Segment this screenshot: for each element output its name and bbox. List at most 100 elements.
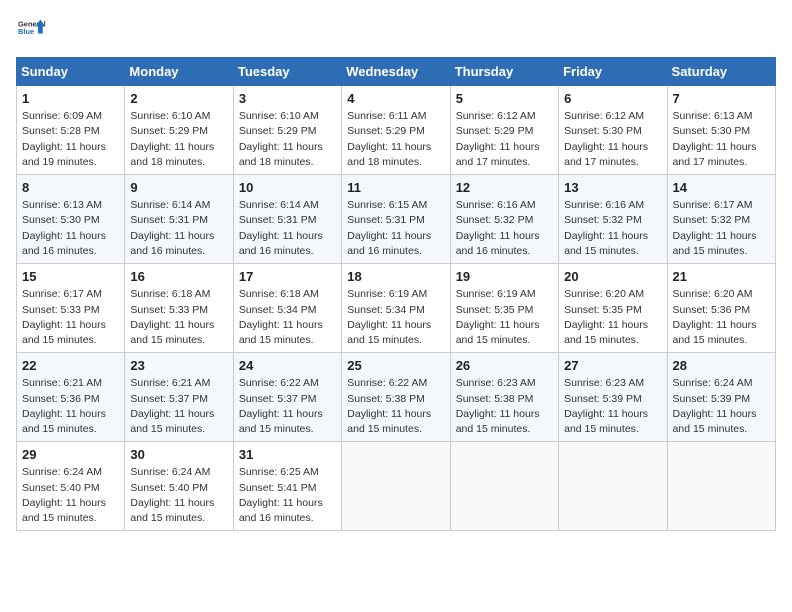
calendar-table: Sunday Monday Tuesday Wednesday Thursday… [16, 57, 776, 531]
day-number: 11 [347, 179, 444, 197]
table-row: 20Sunrise: 6:20 AM Sunset: 5:35 PM Dayli… [559, 264, 667, 353]
day-number: 23 [130, 357, 227, 375]
table-row: 15Sunrise: 6:17 AM Sunset: 5:33 PM Dayli… [17, 264, 125, 353]
day-number: 29 [22, 446, 119, 464]
logo-area: General Blue [16, 16, 46, 49]
page-header: General Blue [16, 16, 776, 49]
day-info: Sunrise: 6:13 AM Sunset: 5:30 PM Dayligh… [22, 198, 119, 259]
table-row: 30Sunrise: 6:24 AM Sunset: 5:40 PM Dayli… [125, 442, 233, 531]
table-row: 16Sunrise: 6:18 AM Sunset: 5:33 PM Dayli… [125, 264, 233, 353]
day-number: 6 [564, 90, 661, 108]
day-number: 26 [456, 357, 553, 375]
table-row: 9Sunrise: 6:14 AM Sunset: 5:31 PM Daylig… [125, 175, 233, 264]
day-number: 19 [456, 268, 553, 286]
table-row: 27Sunrise: 6:23 AM Sunset: 5:39 PM Dayli… [559, 353, 667, 442]
day-number: 15 [22, 268, 119, 286]
day-info: Sunrise: 6:24 AM Sunset: 5:40 PM Dayligh… [130, 465, 227, 526]
day-info: Sunrise: 6:23 AM Sunset: 5:39 PM Dayligh… [564, 376, 661, 437]
col-tuesday: Tuesday [233, 58, 341, 86]
day-info: Sunrise: 6:11 AM Sunset: 5:29 PM Dayligh… [347, 109, 444, 170]
day-info: Sunrise: 6:20 AM Sunset: 5:36 PM Dayligh… [673, 287, 770, 348]
table-row: 1Sunrise: 6:09 AM Sunset: 5:28 PM Daylig… [17, 86, 125, 175]
table-row: 8Sunrise: 6:13 AM Sunset: 5:30 PM Daylig… [17, 175, 125, 264]
day-info: Sunrise: 6:22 AM Sunset: 5:37 PM Dayligh… [239, 376, 336, 437]
page-container: General Blue Sunday Monday Tuesday Wedne… [16, 16, 776, 531]
day-info: Sunrise: 6:16 AM Sunset: 5:32 PM Dayligh… [456, 198, 553, 259]
day-number: 4 [347, 90, 444, 108]
table-row: 21Sunrise: 6:20 AM Sunset: 5:36 PM Dayli… [667, 264, 775, 353]
day-info: Sunrise: 6:19 AM Sunset: 5:35 PM Dayligh… [456, 287, 553, 348]
table-row [559, 442, 667, 531]
day-info: Sunrise: 6:24 AM Sunset: 5:40 PM Dayligh… [22, 465, 119, 526]
table-row: 26Sunrise: 6:23 AM Sunset: 5:38 PM Dayli… [450, 353, 558, 442]
day-number: 14 [673, 179, 770, 197]
day-number: 31 [239, 446, 336, 464]
day-info: Sunrise: 6:22 AM Sunset: 5:38 PM Dayligh… [347, 376, 444, 437]
col-friday: Friday [559, 58, 667, 86]
col-thursday: Thursday [450, 58, 558, 86]
day-info: Sunrise: 6:16 AM Sunset: 5:32 PM Dayligh… [564, 198, 661, 259]
logo: General Blue [16, 16, 46, 49]
svg-text:Blue: Blue [18, 27, 34, 36]
calendar-week-row: 8Sunrise: 6:13 AM Sunset: 5:30 PM Daylig… [17, 175, 776, 264]
day-number: 12 [456, 179, 553, 197]
day-info: Sunrise: 6:14 AM Sunset: 5:31 PM Dayligh… [130, 198, 227, 259]
table-row: 10Sunrise: 6:14 AM Sunset: 5:31 PM Dayli… [233, 175, 341, 264]
day-info: Sunrise: 6:13 AM Sunset: 5:30 PM Dayligh… [673, 109, 770, 170]
day-number: 22 [22, 357, 119, 375]
table-row: 18Sunrise: 6:19 AM Sunset: 5:34 PM Dayli… [342, 264, 450, 353]
table-row: 4Sunrise: 6:11 AM Sunset: 5:29 PM Daylig… [342, 86, 450, 175]
day-info: Sunrise: 6:21 AM Sunset: 5:36 PM Dayligh… [22, 376, 119, 437]
table-row: 17Sunrise: 6:18 AM Sunset: 5:34 PM Dayli… [233, 264, 341, 353]
day-info: Sunrise: 6:12 AM Sunset: 5:29 PM Dayligh… [456, 109, 553, 170]
table-row [342, 442, 450, 531]
day-info: Sunrise: 6:17 AM Sunset: 5:33 PM Dayligh… [22, 287, 119, 348]
day-info: Sunrise: 6:12 AM Sunset: 5:30 PM Dayligh… [564, 109, 661, 170]
day-number: 17 [239, 268, 336, 286]
table-row [667, 442, 775, 531]
day-number: 9 [130, 179, 227, 197]
day-info: Sunrise: 6:24 AM Sunset: 5:39 PM Dayligh… [673, 376, 770, 437]
day-number: 3 [239, 90, 336, 108]
table-row: 2Sunrise: 6:10 AM Sunset: 5:29 PM Daylig… [125, 86, 233, 175]
day-number: 18 [347, 268, 444, 286]
table-row: 14Sunrise: 6:17 AM Sunset: 5:32 PM Dayli… [667, 175, 775, 264]
day-info: Sunrise: 6:21 AM Sunset: 5:37 PM Dayligh… [130, 376, 227, 437]
day-number: 5 [456, 90, 553, 108]
table-row: 31Sunrise: 6:25 AM Sunset: 5:41 PM Dayli… [233, 442, 341, 531]
table-row: 6Sunrise: 6:12 AM Sunset: 5:30 PM Daylig… [559, 86, 667, 175]
table-row: 7Sunrise: 6:13 AM Sunset: 5:30 PM Daylig… [667, 86, 775, 175]
table-row: 11Sunrise: 6:15 AM Sunset: 5:31 PM Dayli… [342, 175, 450, 264]
calendar-week-row: 15Sunrise: 6:17 AM Sunset: 5:33 PM Dayli… [17, 264, 776, 353]
table-row: 23Sunrise: 6:21 AM Sunset: 5:37 PM Dayli… [125, 353, 233, 442]
day-info: Sunrise: 6:17 AM Sunset: 5:32 PM Dayligh… [673, 198, 770, 259]
day-number: 1 [22, 90, 119, 108]
calendar-header-row: Sunday Monday Tuesday Wednesday Thursday… [17, 58, 776, 86]
col-saturday: Saturday [667, 58, 775, 86]
day-info: Sunrise: 6:10 AM Sunset: 5:29 PM Dayligh… [130, 109, 227, 170]
day-number: 13 [564, 179, 661, 197]
day-number: 25 [347, 357, 444, 375]
day-info: Sunrise: 6:18 AM Sunset: 5:34 PM Dayligh… [239, 287, 336, 348]
col-wednesday: Wednesday [342, 58, 450, 86]
day-info: Sunrise: 6:25 AM Sunset: 5:41 PM Dayligh… [239, 465, 336, 526]
day-number: 27 [564, 357, 661, 375]
calendar-week-row: 1Sunrise: 6:09 AM Sunset: 5:28 PM Daylig… [17, 86, 776, 175]
table-row: 24Sunrise: 6:22 AM Sunset: 5:37 PM Dayli… [233, 353, 341, 442]
table-row: 29Sunrise: 6:24 AM Sunset: 5:40 PM Dayli… [17, 442, 125, 531]
day-info: Sunrise: 6:14 AM Sunset: 5:31 PM Dayligh… [239, 198, 336, 259]
day-number: 21 [673, 268, 770, 286]
table-row: 19Sunrise: 6:19 AM Sunset: 5:35 PM Dayli… [450, 264, 558, 353]
day-number: 30 [130, 446, 227, 464]
table-row: 22Sunrise: 6:21 AM Sunset: 5:36 PM Dayli… [17, 353, 125, 442]
table-row [450, 442, 558, 531]
day-info: Sunrise: 6:23 AM Sunset: 5:38 PM Dayligh… [456, 376, 553, 437]
day-info: Sunrise: 6:15 AM Sunset: 5:31 PM Dayligh… [347, 198, 444, 259]
calendar-week-row: 29Sunrise: 6:24 AM Sunset: 5:40 PM Dayli… [17, 442, 776, 531]
day-number: 28 [673, 357, 770, 375]
day-number: 8 [22, 179, 119, 197]
table-row: 12Sunrise: 6:16 AM Sunset: 5:32 PM Dayli… [450, 175, 558, 264]
day-number: 16 [130, 268, 227, 286]
day-info: Sunrise: 6:09 AM Sunset: 5:28 PM Dayligh… [22, 109, 119, 170]
table-row: 3Sunrise: 6:10 AM Sunset: 5:29 PM Daylig… [233, 86, 341, 175]
